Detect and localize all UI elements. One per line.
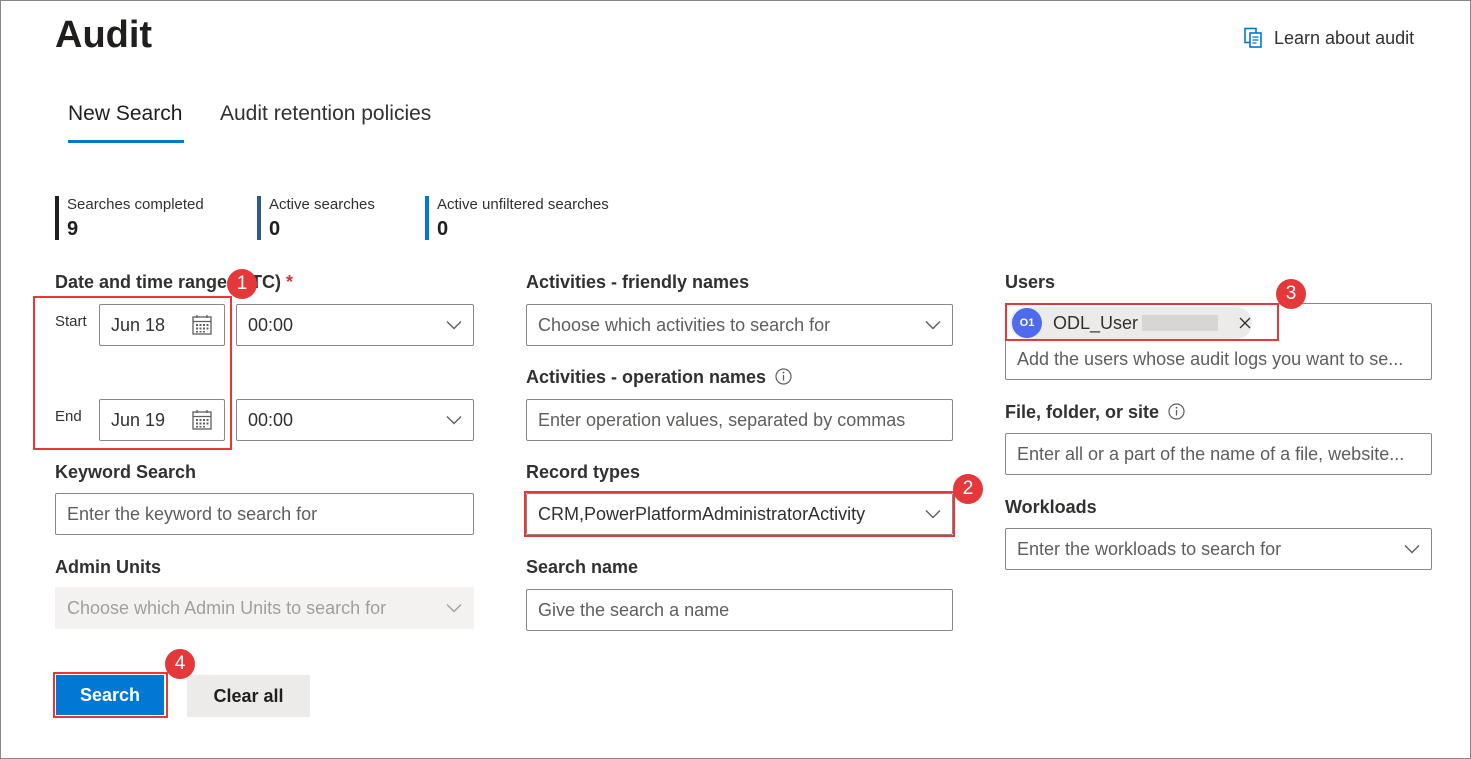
stat-active-searches: Active searches 0 <box>257 196 375 240</box>
activities-friendly-placeholder: Choose which activities to search for <box>538 314 831 335</box>
stat-value: 0 <box>437 218 449 240</box>
end-time-value: 00:00 <box>248 409 294 430</box>
record-types-label: Record types <box>526 462 641 482</box>
chevron-down-icon <box>446 416 462 425</box>
document-copy-icon <box>1244 27 1262 48</box>
start-date-picker[interactable]: Jun 18 <box>99 304 225 346</box>
chevron-down-icon <box>446 321 462 330</box>
search-name-input[interactable]: Give the search a name <box>526 589 953 631</box>
activities-friendly-label: Activities - friendly names <box>526 272 750 292</box>
workloads-dropdown[interactable]: Enter the workloads to search for <box>1005 528 1432 570</box>
callout-badge-4: 4 <box>165 649 195 679</box>
info-icon[interactable] <box>1168 403 1185 420</box>
admin-units-placeholder: Choose which Admin Units to search for <box>67 597 387 618</box>
admin-units-label: Admin Units <box>55 557 161 577</box>
workloads-label: Workloads <box>1005 497 1097 517</box>
callout-badge-1: 1 <box>227 269 257 299</box>
calendar-icon <box>192 410 212 430</box>
end-date-picker[interactable]: Jun 19 <box>99 399 225 441</box>
users-placeholder: Add the users whose audit logs you want … <box>1017 349 1404 369</box>
end-time-dropdown[interactable]: 00:00 <box>236 399 474 441</box>
start-time-value: 00:00 <box>248 314 294 335</box>
clear-all-button[interactable]: Clear all <box>187 675 310 717</box>
file-folder-site-label: File, folder, or site <box>1005 402 1185 423</box>
start-label: Start <box>55 313 87 330</box>
redacted-text <box>1142 315 1218 331</box>
keyword-search-label: Keyword Search <box>55 462 197 482</box>
record-types-value: CRM,PowerPlatformAdministratorActivity <box>538 503 866 524</box>
chevron-down-icon <box>925 510 941 519</box>
users-label: Users <box>1005 272 1056 292</box>
stat-bar <box>257 196 261 240</box>
stat-label: Active searches <box>269 196 375 213</box>
stat-searches-completed: Searches completed 9 <box>55 196 204 240</box>
close-icon[interactable] <box>1238 316 1252 330</box>
activities-operation-label-text: Activities - operation names <box>526 367 767 387</box>
required-asterisk: * <box>286 272 294 292</box>
activities-operation-placeholder: Enter operation values, separated by com… <box>538 409 906 430</box>
date-range-label: Date and time range (UTC) * <box>55 272 293 293</box>
stat-label: Active unfiltered searches <box>437 196 609 213</box>
chevron-down-icon <box>1404 545 1420 554</box>
admin-units-dropdown: Choose which Admin Units to search for <box>55 587 474 629</box>
search-name-placeholder: Give the search a name <box>538 599 730 620</box>
end-label: End <box>55 408 82 425</box>
keyword-search-placeholder: Enter the keyword to search for <box>67 503 318 524</box>
stat-bar <box>55 196 59 240</box>
file-folder-site-label-text: File, folder, or site <box>1005 402 1160 422</box>
start-time-dropdown[interactable]: 00:00 <box>236 304 474 346</box>
file-folder-site-input[interactable]: Enter all or a part of the name of a fil… <box>1005 433 1432 475</box>
activities-operation-label: Activities - operation names <box>526 367 792 388</box>
search-button[interactable]: Search <box>56 675 164 715</box>
activities-friendly-dropdown[interactable]: Choose which activities to search for <box>526 304 953 346</box>
stat-bar <box>425 196 429 240</box>
keyword-search-input[interactable]: Enter the keyword to search for <box>55 493 474 535</box>
stat-value: 9 <box>67 218 79 240</box>
stat-active-unfiltered-searches: Active unfiltered searches 0 <box>425 196 609 240</box>
tab-new-search[interactable]: New Search <box>68 102 182 126</box>
callout-badge-3: 3 <box>1276 279 1306 309</box>
user-avatar: O1 <box>1012 308 1042 338</box>
calendar-icon <box>192 315 212 335</box>
user-chip[interactable]: O1 ODL_User <box>1010 307 1252 339</box>
end-date-value: Jun 19 <box>111 409 166 430</box>
workloads-placeholder: Enter the workloads to search for <box>1017 538 1282 559</box>
activities-operation-input[interactable]: Enter operation values, separated by com… <box>526 399 953 441</box>
record-types-dropdown[interactable]: CRM,PowerPlatformAdministratorActivity <box>526 493 953 535</box>
learn-about-audit-label: Learn about audit <box>1274 27 1415 48</box>
active-tab-indicator <box>68 140 184 143</box>
page-title: Audit <box>55 14 153 56</box>
start-date-value: Jun 18 <box>111 314 166 335</box>
file-folder-site-placeholder: Enter all or a part of the name of a fil… <box>1017 443 1405 464</box>
chevron-down-icon <box>446 604 462 613</box>
chevron-down-icon <box>925 321 941 330</box>
stat-value: 0 <box>269 218 281 240</box>
tab-audit-retention-policies[interactable]: Audit retention policies <box>220 102 431 126</box>
learn-about-audit-link[interactable]: Learn about audit <box>1243 27 1414 49</box>
info-icon[interactable] <box>775 368 792 385</box>
user-chip-name: ODL_User <box>1052 312 1139 333</box>
callout-badge-2: 2 <box>953 474 983 504</box>
search-name-label: Search name <box>526 557 639 577</box>
stat-label: Searches completed <box>67 196 204 213</box>
